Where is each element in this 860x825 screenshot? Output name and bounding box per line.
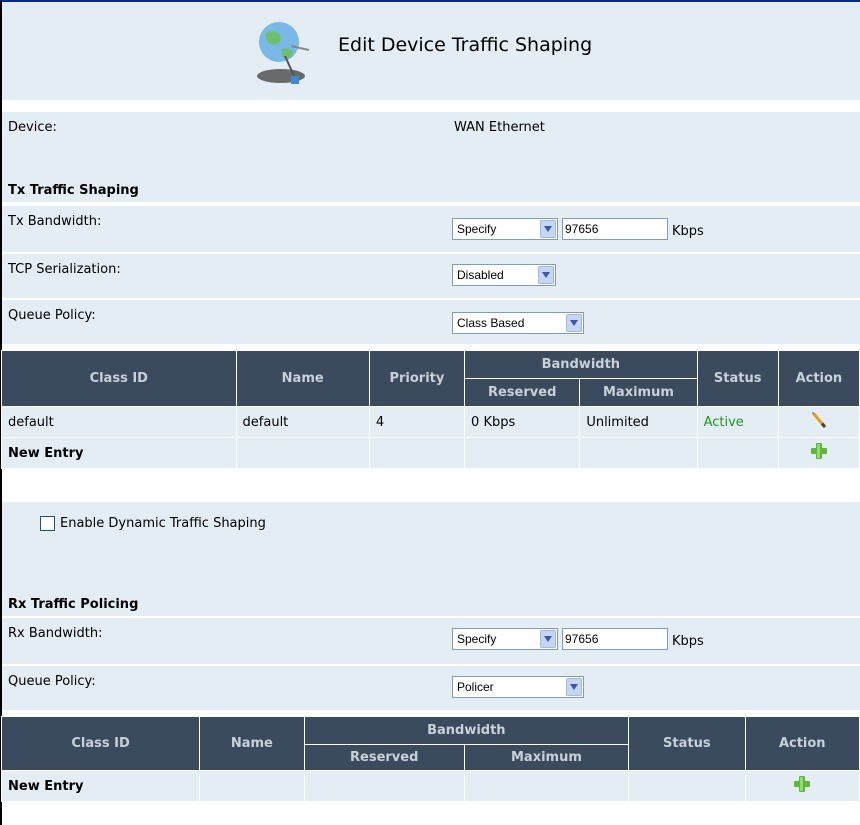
cell-reserved: 0 Kbps bbox=[464, 406, 581, 438]
chevron-down-icon bbox=[566, 678, 582, 696]
col-maximum: Maximum bbox=[579, 378, 698, 407]
tx-section-header: Tx Traffic Shaping bbox=[2, 142, 860, 202]
col-bandwidth: Bandwidth bbox=[303, 716, 630, 745]
status-badge: Active bbox=[696, 406, 779, 438]
cell-empty bbox=[579, 437, 698, 469]
tcp-serialization-label: TCP Serialization: bbox=[8, 262, 121, 277]
add-plus-icon[interactable] bbox=[810, 442, 828, 460]
cell-action bbox=[744, 770, 860, 802]
tx-bandwidth-input[interactable]: 97656 bbox=[562, 218, 668, 240]
col-priority: Priority bbox=[368, 350, 466, 407]
col-name: Name bbox=[235, 350, 370, 407]
cell-empty bbox=[628, 770, 746, 802]
rx-bandwidth-row: Rx Bandwidth: Specify 97656 Kbps bbox=[2, 618, 860, 664]
page-title: Edit Device Traffic Shaping bbox=[338, 34, 593, 56]
rx-queue-policy-value: Policer bbox=[457, 680, 494, 694]
cell-new-entry[interactable]: New Entry bbox=[0, 770, 201, 802]
cell-action bbox=[777, 437, 860, 469]
tx-queue-policy-select[interactable]: Class Based bbox=[452, 312, 584, 334]
col-action: Action bbox=[777, 350, 860, 407]
chevron-down-icon bbox=[540, 630, 556, 648]
rx-bandwidth-label: Rx Bandwidth: bbox=[8, 626, 103, 641]
dynamic-shaping-row: Enable Dynamic Traffic Shaping bbox=[2, 502, 368, 546]
col-status: Status bbox=[628, 716, 746, 771]
tx-queue-policy-value: Class Based bbox=[457, 316, 525, 330]
col-action: Action bbox=[744, 716, 860, 771]
tx-bandwidth-select-value: Specify bbox=[457, 222, 497, 236]
table-row: New Entry bbox=[1, 437, 860, 469]
dynamic-shaping-label: Enable Dynamic Traffic Shaping bbox=[60, 516, 266, 531]
cell-maximum: Unlimited bbox=[579, 406, 698, 438]
col-name: Name bbox=[199, 716, 305, 771]
device-label: Device: bbox=[8, 120, 57, 135]
rx-section-title: Rx Traffic Policing bbox=[8, 597, 139, 612]
cell-name: default bbox=[235, 406, 370, 438]
tx-bandwidth-select[interactable]: Specify bbox=[452, 218, 558, 240]
tx-bandwidth-label: Tx Bandwidth: bbox=[8, 214, 102, 229]
rx-bandwidth-select[interactable]: Specify bbox=[452, 628, 558, 650]
cell-priority: 4 bbox=[368, 406, 466, 438]
tx-bandwidth-unit: Kbps bbox=[672, 224, 704, 239]
col-bandwidth: Bandwidth bbox=[464, 350, 698, 379]
tx-queue-policy-label: Queue Policy: bbox=[8, 308, 96, 323]
cell-empty bbox=[463, 770, 630, 802]
cell-empty bbox=[368, 437, 466, 469]
col-reserved: Reserved bbox=[464, 378, 581, 407]
cell-class-id: default bbox=[1, 406, 237, 438]
globe-network-icon bbox=[257, 22, 310, 84]
table-row: default default 4 0 Kbps Unlimited Activ… bbox=[1, 406, 860, 438]
cell-empty bbox=[464, 437, 581, 469]
table-row: New Entry bbox=[0, 770, 860, 802]
cell-empty bbox=[235, 437, 370, 469]
rx-queue-policy-label: Queue Policy: bbox=[8, 674, 96, 689]
chevron-down-icon bbox=[538, 266, 554, 284]
spacer bbox=[368, 502, 860, 546]
tcp-serialization-select[interactable]: Disabled bbox=[452, 264, 556, 286]
cell-new-entry[interactable]: New Entry bbox=[1, 437, 237, 469]
rx-bandwidth-unit: Kbps bbox=[672, 634, 704, 649]
cell-empty bbox=[199, 770, 305, 802]
tx-bandwidth-row: Tx Bandwidth: Specify 97656 Kbps bbox=[2, 206, 860, 252]
col-class-id: Class ID bbox=[1, 350, 237, 407]
rx-bandwidth-select-value: Specify bbox=[457, 632, 497, 646]
chevron-down-icon bbox=[540, 220, 556, 238]
tx-section-title: Tx Traffic Shaping bbox=[8, 183, 139, 198]
col-maximum: Maximum bbox=[463, 744, 630, 771]
rx-class-table: Class ID Name Bandwidth Status Action Re… bbox=[0, 716, 860, 802]
cell-action bbox=[777, 406, 860, 438]
chevron-down-icon bbox=[566, 314, 582, 332]
col-class-id: Class ID bbox=[0, 716, 201, 771]
rx-section-header: Rx Traffic Policing bbox=[2, 546, 860, 616]
col-reserved: Reserved bbox=[303, 744, 465, 771]
edit-pencil-icon[interactable] bbox=[810, 411, 828, 429]
cell-empty bbox=[303, 770, 465, 802]
title-bar: Edit Device Traffic Shaping bbox=[2, 2, 860, 100]
add-plus-icon[interactable] bbox=[793, 775, 811, 793]
device-row: Device: WAN Ethernet bbox=[2, 112, 860, 142]
rx-queue-policy-row: Queue Policy: Policer bbox=[2, 666, 860, 710]
tcp-serialization-row: TCP Serialization: Disabled bbox=[2, 254, 860, 298]
rx-bandwidth-input[interactable]: 97656 bbox=[562, 628, 668, 650]
col-status: Status bbox=[696, 350, 779, 407]
rx-queue-policy-select[interactable]: Policer bbox=[452, 676, 584, 698]
tx-queue-policy-row: Queue Policy: Class Based bbox=[2, 300, 860, 344]
tcp-serialization-value: Disabled bbox=[457, 268, 504, 282]
dynamic-shaping-checkbox[interactable] bbox=[40, 516, 55, 531]
device-value: WAN Ethernet bbox=[454, 120, 545, 135]
tx-class-table: Class ID Name Priority Bandwidth Status … bbox=[1, 350, 860, 469]
cell-empty bbox=[696, 437, 779, 469]
